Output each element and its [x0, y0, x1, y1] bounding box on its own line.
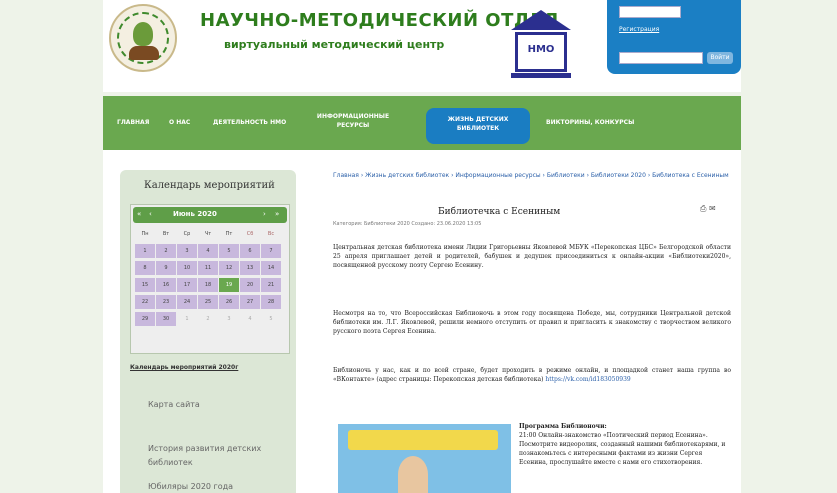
nmo-label: НМО	[527, 44, 555, 55]
history-link[interactable]: История развития детских библиотек	[148, 442, 268, 470]
calendar-day[interactable]: 4	[240, 312, 260, 326]
calendar-day[interactable]: 25	[198, 295, 218, 309]
program-text: Программа Библионочи: 21:00 Онлайн-знако…	[519, 422, 731, 467]
article-image	[338, 424, 511, 493]
next-year-icon[interactable]: »	[275, 210, 279, 218]
calendar-day[interactable]: 1	[177, 312, 197, 326]
article-paragraph-2: Несмотря на то, что Всероссийская Библио…	[333, 310, 731, 335]
breadcrumb[interactable]: Главная › Жизнь детских библиотек › Инфо…	[333, 171, 731, 180]
nav-resources[interactable]: ИНФОРМАЦИОННЫЕ РЕСУРСЫ	[315, 112, 391, 130]
article-title: Библиотечка с Есениным	[438, 207, 561, 217]
next-month-icon[interactable]: ›	[263, 210, 266, 218]
paragraph-3-text: Библионочь у нас, как и по всей стране, …	[333, 367, 731, 383]
nmo-box: НМО	[515, 32, 567, 72]
calendar-day[interactable]: 5	[261, 312, 281, 326]
calendar-day[interactable]: 26	[219, 295, 239, 309]
calendar-day[interactable]: 13	[240, 261, 260, 275]
sitemap-link[interactable]: Карта сайта	[148, 400, 200, 409]
program-heading: Программа Библионочи:	[519, 423, 607, 430]
calendar-day[interactable]: 3	[177, 244, 197, 258]
nav-activity[interactable]: ДЕЯТЕЛЬНОСТЬ НМО	[213, 119, 286, 126]
portrait-graphic	[398, 456, 428, 493]
calendar-header: « ‹ Июнь 2020 › »	[133, 207, 287, 223]
calendar-day[interactable]: 8	[135, 261, 155, 275]
calendar-day[interactable]: 11	[198, 261, 218, 275]
calendar-month: Июнь 2020	[173, 210, 217, 218]
calendar-day[interactable]: 19	[219, 278, 239, 292]
calendar-day[interactable]: 23	[156, 295, 176, 309]
calendar-day[interactable]: 5	[219, 244, 239, 258]
weekday-label: Сб	[246, 231, 254, 237]
calendar-day[interactable]: 24	[177, 295, 197, 309]
calendar-day[interactable]: 30	[156, 312, 176, 326]
prev-year-icon[interactable]: «	[137, 210, 141, 218]
jubilee-link[interactable]: Юбиляры 2020 года	[148, 482, 233, 491]
nmo-building-icon: НМО	[511, 10, 571, 80]
nav-home[interactable]: ГЛАВНАЯ	[117, 119, 149, 126]
site-header: НАУЧНО-МЕТОДИЧЕСКИЙ ОТДЕЛ виртуальный ме…	[103, 0, 741, 92]
calendar-day[interactable]: 3	[219, 312, 239, 326]
tree-icon	[133, 22, 153, 46]
calendar-day[interactable]: 7	[261, 244, 281, 258]
nav-active-tab[interactable]: ЖИЗНЬ ДЕТСКИХ БИБЛИОТЕК	[426, 108, 530, 144]
calendar-day[interactable]: 22	[135, 295, 155, 309]
article-paragraph-3: Библионочь у нас, как и по всей стране, …	[333, 366, 731, 384]
login-field[interactable]	[619, 6, 681, 18]
calendar-day[interactable]: 28	[261, 295, 281, 309]
calendar-link[interactable]: Календарь мероприятий 2020г	[130, 363, 270, 373]
calendar-day[interactable]: 1	[135, 244, 155, 258]
calendar-day[interactable]: 16	[156, 278, 176, 292]
site-title: НАУЧНО-МЕТОДИЧЕСКИЙ ОТДЕЛ	[200, 10, 559, 31]
banner-graphic	[348, 430, 498, 450]
calendar-day[interactable]: 27	[240, 295, 260, 309]
calendar-day[interactable]: 6	[240, 244, 260, 258]
calendar-day[interactable]: 17	[177, 278, 197, 292]
calendar-day[interactable]: 4	[198, 244, 218, 258]
calendar-title: Календарь мероприятий	[144, 180, 275, 191]
calendar-day[interactable]: 12	[219, 261, 239, 275]
horse-icon	[129, 46, 159, 60]
main-nav: ГЛАВНАЯ О НАС ДЕЯТЕЛЬНОСТЬ НМО ИНФОРМАЦИ…	[103, 96, 741, 150]
site-subtitle: виртуальный методический центр	[224, 38, 445, 51]
nav-active-label: ЖИЗНЬ ДЕТСКИХ БИБЛИОТЕК	[447, 116, 509, 132]
calendar-day[interactable]: 15	[135, 278, 155, 292]
weekday-label: Ср	[183, 231, 191, 237]
page: НАУЧНО-МЕТОДИЧЕСКИЙ ОТДЕЛ виртуальный ме…	[0, 0, 837, 493]
calendar-day[interactable]: 14	[261, 261, 281, 275]
password-field[interactable]	[619, 52, 703, 64]
calendar-widget: « ‹ Июнь 2020 › » Пн Вт Ср Чт Пт Сб Вс 1 2 3 4 5 6 7 8…	[130, 204, 290, 354]
article-paragraph-1: Центральная детская библиотека имени Лид…	[333, 244, 731, 269]
calendar-day[interactable]: 9	[156, 261, 176, 275]
weekday-label: Чт	[204, 231, 212, 237]
vk-link[interactable]: https://vk.com/id183050939	[545, 376, 630, 383]
weekday-label: Вт	[162, 231, 170, 237]
building-base	[511, 73, 571, 78]
login-box: Регистрация Войти	[607, 0, 741, 74]
weekday-label: Вс	[267, 231, 275, 237]
calendar-day[interactable]: 2	[156, 244, 176, 258]
weekday-label: Пт	[225, 231, 233, 237]
site-logo[interactable]	[109, 4, 177, 72]
calendar-day[interactable]: 29	[135, 312, 155, 326]
calendar-day[interactable]: 10	[177, 261, 197, 275]
login-button[interactable]: Войти	[707, 52, 733, 64]
calendar-day[interactable]: 21	[261, 278, 281, 292]
roof-icon	[511, 10, 571, 30]
sidebar: Календарь мероприятий « ‹ Июнь 2020 › » …	[120, 170, 296, 493]
calendar-day[interactable]: 2	[198, 312, 218, 326]
calendar-day[interactable]: 18	[198, 278, 218, 292]
program-body: 21:00 Онлайн-знакомство «Поэтический пер…	[519, 432, 726, 466]
nav-about[interactable]: О НАС	[169, 119, 190, 126]
register-link[interactable]: Регистрация	[619, 26, 659, 33]
nav-contests[interactable]: ВИКТОРИНЫ, КОНКУРСЫ	[546, 119, 634, 126]
prev-month-icon[interactable]: ‹	[149, 210, 152, 218]
calendar-day[interactable]: 20	[240, 278, 260, 292]
print-email-icons[interactable]: ⎙ ✉	[700, 204, 716, 214]
weekday-label: Пн	[141, 231, 149, 237]
article-meta: Категория: Библиотеки 2020 Создано: 23.0…	[333, 221, 482, 227]
